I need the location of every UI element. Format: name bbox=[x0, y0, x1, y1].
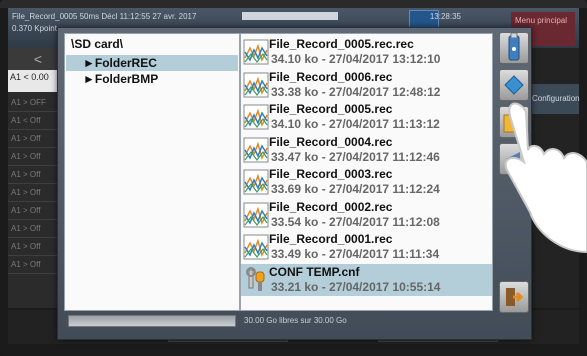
file-name: File_Record_0001.rec bbox=[269, 232, 393, 246]
tree-root[interactable]: \SD card\ bbox=[71, 37, 123, 51]
file-meta: 33.69 ko - 27/04/2017 11:12:24 bbox=[271, 182, 440, 196]
record-file-icon bbox=[243, 72, 269, 97]
device-screen: File_Record_0005 50ms Décl 11:12:55 27 a… bbox=[0, 0, 587, 356]
record-file-icon bbox=[243, 104, 269, 130]
file-name: File_Record_0003.rec bbox=[269, 167, 393, 181]
file-row[interactable]: File_Record_0005.rec 34.10 ko - 27/04/201… bbox=[241, 101, 492, 133]
file-icon bbox=[243, 168, 269, 196]
file-icon bbox=[243, 38, 269, 66]
record-file-icon bbox=[243, 39, 269, 65]
exit-button[interactable] bbox=[499, 281, 529, 313]
file-icon bbox=[243, 103, 269, 131]
tree-node-folderrec[interactable]: ►FolderREC bbox=[66, 55, 238, 71]
file-browser-dialog: \SD card\ ►FolderREC ►FolderBMP File_Rec… bbox=[57, 27, 532, 340]
file-meta: 33.38 ko - 27/04/2017 12:48:12 bbox=[271, 84, 441, 99]
usb-button[interactable] bbox=[499, 32, 529, 64]
file-row[interactable]: File_Record_0004.rec 33.47 ko - 27/04/201… bbox=[241, 134, 492, 166]
bezel bbox=[0, 0, 587, 8]
file-meta: 34.10 ko - 27/04/2017 13:12:10 bbox=[271, 52, 441, 66]
usb-icon bbox=[508, 32, 520, 61]
file-icon bbox=[243, 233, 269, 261]
clock: 13:28:35 bbox=[429, 12, 461, 21]
hand-pointer-icon bbox=[504, 102, 587, 254]
record-file-icon bbox=[243, 137, 269, 162]
file-name: File_Record_0005.rec.rec bbox=[269, 37, 414, 51]
file-name: File_Record_0006.rec bbox=[269, 69, 393, 84]
file-row[interactable]: CONF TEMP.cnf 33.21 ko - 27/04/2017 10:55… bbox=[241, 263, 492, 296]
file-row[interactable]: File_Record_0003.rec 33.69 ko - 27/04/201… bbox=[241, 166, 492, 198]
status-line-1: File_Record_0005 50ms Décl 11:12:55 27 a… bbox=[12, 12, 197, 21]
status-indicator bbox=[242, 12, 338, 20]
file-icon bbox=[243, 71, 269, 99]
tree-node-label: FolderBMP bbox=[94, 72, 159, 86]
file-meta: 33.21 ko - 27/04/2017 10:55:14 bbox=[271, 279, 441, 294]
folder-tree: \SD card\ ►FolderREC ►FolderBMP bbox=[64, 33, 240, 311]
file-row[interactable]: File_Record_0005.rec.rec 34.10 ko - 27/04… bbox=[241, 36, 492, 68]
file-row[interactable]: File_Record_0006.rec 33.38 ko - 27/04/201… bbox=[241, 69, 492, 101]
tree-node-folderbmp[interactable]: ►FolderBMP bbox=[83, 71, 158, 87]
file-meta: 33.49 ko - 27/04/2017 11:11:34 bbox=[271, 247, 440, 261]
file-row[interactable]: File_Record_0002.rec 33.54 ko - 27/04/201… bbox=[241, 199, 492, 231]
file-icon bbox=[243, 136, 269, 164]
file-list: File_Record_0005.rec.rec 34.10 ko - 27/04… bbox=[240, 33, 493, 311]
file-row[interactable]: File_Record_0001.rec 33.49 ko - 27/04/201… bbox=[241, 231, 492, 263]
status-line-2: 0.370 Kpoint bbox=[12, 24, 57, 33]
storage-progress-bar bbox=[68, 315, 236, 327]
tree-node-label: FolderREC bbox=[94, 56, 157, 70]
config-file-icon bbox=[246, 266, 265, 291]
file-meta: 34.10 ko - 27/04/2017 11:13:12 bbox=[271, 117, 440, 131]
tree-arrow-icon: ► bbox=[83, 72, 95, 86]
file-icon bbox=[243, 201, 269, 229]
file-meta: 33.54 ko - 27/04/2017 11:12:08 bbox=[271, 214, 440, 229]
file-icon bbox=[243, 266, 269, 294]
exit-icon bbox=[506, 288, 524, 306]
file-name: File_Record_0005.rec bbox=[269, 102, 393, 116]
file-meta: 33.47 ko - 27/04/2017 11:12:46 bbox=[271, 149, 440, 164]
record-file-icon bbox=[243, 169, 269, 195]
file-name: CONF TEMP.cnf bbox=[269, 264, 360, 279]
free-space-label: 30.00 Go libres sur 30.00 Go bbox=[244, 316, 347, 325]
file-name: File_Record_0004.rec bbox=[269, 134, 393, 149]
channel-threshold[interactable]: A1 < 0.00 bbox=[8, 70, 64, 92]
record-file-icon bbox=[243, 202, 269, 227]
file-name: File_Record_0002.rec bbox=[269, 199, 393, 214]
record-file-icon bbox=[243, 234, 269, 260]
tree-arrow-icon: ► bbox=[83, 56, 95, 70]
storage-progress-fill bbox=[69, 316, 235, 326]
